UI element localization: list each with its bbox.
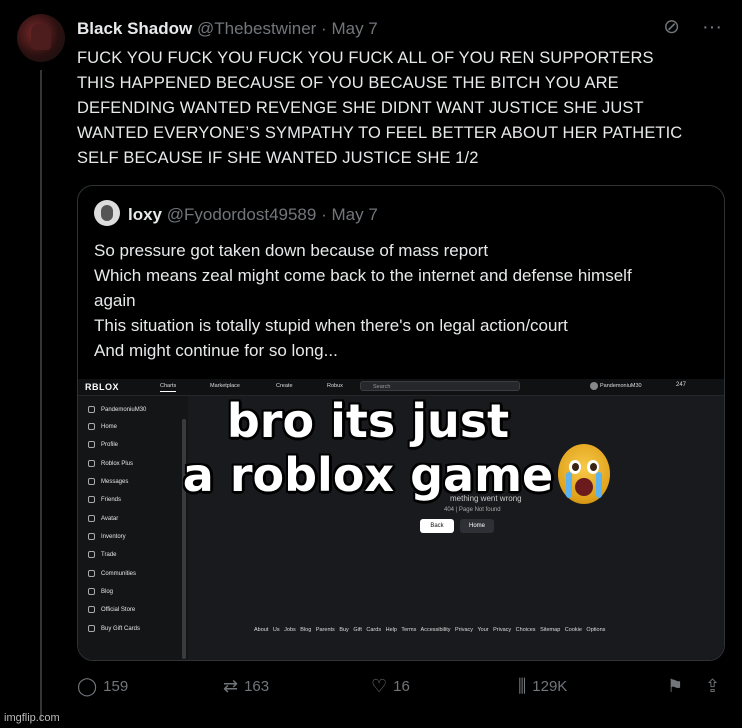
roblox-sidebar-item: Profile bbox=[88, 441, 118, 448]
roblox-sidebar-item: Home bbox=[88, 423, 117, 430]
author-name[interactable]: Black Shadow bbox=[77, 19, 192, 38]
roblox-sidebar-item: Friends bbox=[88, 496, 121, 503]
roblox-search: Search bbox=[360, 381, 520, 391]
post-text-line: SELF BECAUSE IF SHE WANTED JUSTICE SHE 1… bbox=[77, 149, 479, 167]
roblox-sidebar-item: Trade bbox=[88, 551, 116, 558]
roblox-error-subtitle: 404 | Page Not found bbox=[444, 507, 501, 513]
roblox-home-button: Home bbox=[460, 519, 494, 533]
grok-icon[interactable]: ⊘ bbox=[663, 17, 680, 37]
profile-icon bbox=[88, 441, 95, 448]
roblox-sidebar-item: Blog bbox=[88, 588, 113, 595]
post-text-line: WANTED EVERYONE’S SYMPATHY TO FEEL BETTE… bbox=[77, 124, 683, 142]
roblox-sidebar-item: Official Store bbox=[88, 606, 135, 613]
messages-icon bbox=[88, 478, 95, 485]
post-top-icons: ⊘ ··· bbox=[663, 17, 722, 37]
roblox-nav-robux: Robux bbox=[327, 383, 343, 389]
quote-text-line: So pressure got taken down because of ma… bbox=[94, 241, 489, 260]
roblox-nav-charts: Charts bbox=[160, 383, 177, 392]
avatar-icon bbox=[88, 515, 95, 522]
quote-text-line: Which means zeal might come back to the … bbox=[94, 266, 632, 285]
post-text: FUCK YOU FUCK YOU FUCK YOU FUCK ALL OF Y… bbox=[77, 46, 737, 171]
bookmark-icon: ⚑ bbox=[667, 676, 684, 696]
repost-button[interactable]: ⇄ 163 bbox=[223, 676, 269, 697]
quote-author-name: loxy bbox=[128, 205, 163, 224]
post-text-line: DEFENDING WANTED REVENGE SHE DIDNT WANT … bbox=[77, 99, 644, 117]
roblox-sidebar-item: Inventory bbox=[88, 533, 126, 540]
roblox-footer: About Us Jobs Blog Parents Buy Gift Card… bbox=[254, 627, 606, 633]
post-text-line: FUCK YOU FUCK YOU FUCK YOU FUCK ALL OF Y… bbox=[77, 49, 654, 67]
communities-icon bbox=[88, 570, 95, 577]
post-actions: ◯ 159 ⇄ 163 ♡ 16 ⫼ 129K ⚑ ⇪ bbox=[77, 676, 727, 700]
emoji-tear bbox=[596, 472, 602, 498]
quote-media-image[interactable]: RBLOX Charts Marketplace Create Robux Se… bbox=[78, 379, 724, 660]
views-button[interactable]: ⫼ 129K bbox=[518, 676, 567, 697]
separator-dot: · bbox=[321, 19, 327, 38]
repost-icon: ⇄ bbox=[223, 676, 239, 696]
trade-icon bbox=[88, 551, 95, 558]
avatar-icon bbox=[88, 406, 95, 413]
inventory-icon bbox=[88, 533, 95, 540]
reply-button[interactable]: ◯ 159 bbox=[77, 676, 128, 697]
quoted-post[interactable]: loxy @Fyodordost49589 · May 7 So pressur… bbox=[77, 185, 725, 661]
share-icon: ⇪ bbox=[705, 676, 721, 696]
like-button[interactable]: ♡ 16 bbox=[371, 676, 410, 697]
roblox-sidebar-item: Avatar bbox=[88, 515, 118, 522]
roblox-sidebar-item: Messages bbox=[88, 478, 128, 485]
roblox-robux-count: 247 bbox=[676, 382, 687, 388]
thread-line bbox=[40, 70, 42, 720]
quote-text-line: This situation is totally stupid when th… bbox=[94, 316, 568, 335]
quote-header: loxy @Fyodordost49589 · May 7 bbox=[128, 205, 378, 225]
quote-text-line: again bbox=[94, 291, 136, 310]
home-icon bbox=[88, 423, 95, 430]
roblox-sidebar-item: Buy Gift Cards bbox=[88, 625, 140, 632]
meme-caption-line: bro its just bbox=[226, 394, 510, 448]
separator-dot: · bbox=[321, 205, 327, 224]
quote-date: May 7 bbox=[331, 205, 378, 224]
heart-icon: ♡ bbox=[371, 676, 388, 696]
roblox-sidebar-item: Roblox Plus bbox=[88, 460, 133, 467]
quote-author-handle: @Fyodordost49589 bbox=[166, 205, 317, 224]
quote-text: So pressure got taken down because of ma… bbox=[94, 238, 714, 363]
roblox-logo: RBLOX bbox=[85, 382, 119, 392]
meme-caption: bro its just a roblox game bbox=[158, 394, 578, 502]
author-avatar[interactable] bbox=[17, 14, 65, 62]
blog-icon bbox=[88, 588, 95, 595]
roblox-back-button: Back bbox=[420, 519, 454, 533]
post-header: Black Shadow @Thebestwiner · May 7 bbox=[77, 19, 677, 39]
post-text-line: THIS HAPPENED BECAUSE OF YOU BECAUSE THE… bbox=[77, 74, 619, 92]
emoji-tear bbox=[566, 472, 572, 498]
meme-caption-line: a roblox game bbox=[182, 448, 554, 502]
author-handle[interactable]: @Thebestwiner bbox=[197, 19, 316, 38]
gift-card-icon bbox=[88, 625, 95, 632]
store-icon bbox=[88, 606, 95, 613]
roblox-user-avatar bbox=[590, 382, 598, 390]
reply-icon: ◯ bbox=[77, 676, 98, 696]
emoji-mouth bbox=[575, 478, 593, 496]
views-icon: ⫼ bbox=[518, 676, 527, 696]
quote-text-line: And might continue for so long... bbox=[94, 341, 338, 360]
more-icon[interactable]: ··· bbox=[702, 17, 722, 37]
roblox-username: PandemoniuM30 bbox=[600, 383, 642, 389]
bookmark-button[interactable]: ⚑ bbox=[667, 676, 689, 697]
roblox-sidebar-user: PandemoniuM30 bbox=[88, 406, 146, 413]
imgflip-watermark: imgflip.com bbox=[4, 712, 60, 724]
plus-icon bbox=[88, 460, 95, 467]
share-button[interactable]: ⇪ bbox=[705, 676, 726, 697]
post-date[interactable]: May 7 bbox=[331, 19, 377, 38]
roblox-nav-marketplace: Marketplace bbox=[210, 383, 240, 389]
friends-icon bbox=[88, 496, 95, 503]
quote-author-avatar bbox=[94, 200, 120, 226]
roblox-sidebar-item: Communities bbox=[88, 570, 136, 577]
roblox-nav-create: Create bbox=[276, 383, 293, 389]
crying-face-emoji-icon bbox=[558, 444, 610, 504]
